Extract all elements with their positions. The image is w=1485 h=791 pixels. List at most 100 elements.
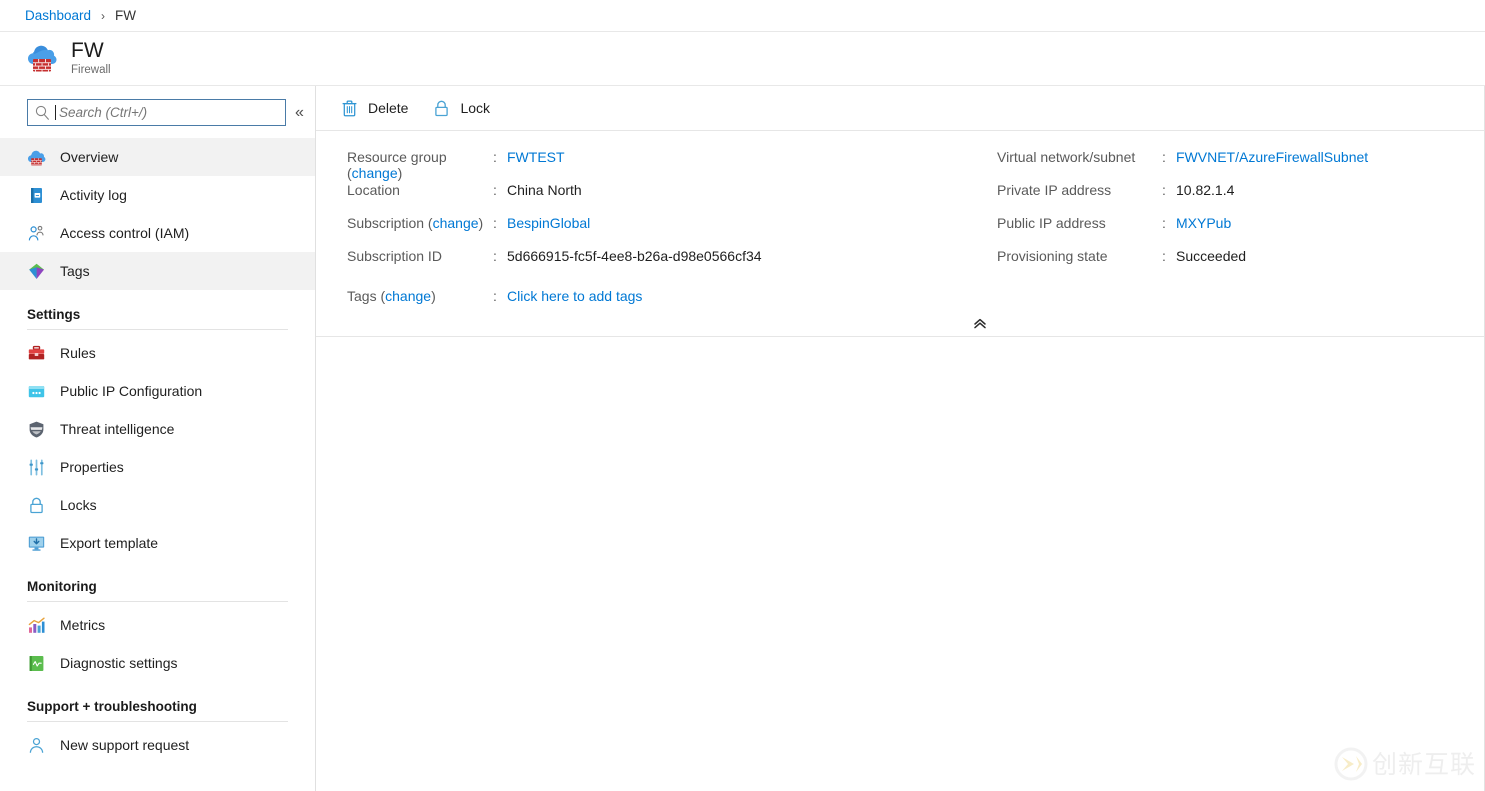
sidebar-item-public-ip-configuration[interactable]: Public IP Configuration [0, 372, 315, 410]
site-watermark: 创新互联 [1332, 745, 1476, 783]
breadcrumb-separator: › [101, 9, 105, 23]
essentials-row: Subscription (change):BespinGlobal [347, 215, 983, 248]
metrics-chart-icon [27, 616, 46, 635]
breadcrumb: Dashboard › FW [0, 0, 1485, 32]
essentials-value[interactable]: Click here to add tags [507, 288, 642, 304]
sidebar-item-threat-intelligence[interactable]: Threat intelligence [0, 410, 315, 448]
essentials-value[interactable]: BespinGlobal [507, 215, 590, 231]
essentials-label: Provisioning state [997, 248, 1162, 264]
firewall-cloud-icon [25, 42, 59, 76]
essentials-row: Location:China North [347, 182, 983, 215]
sidebar-item-label: New support request [60, 737, 189, 753]
page-title: FW [71, 40, 111, 61]
text-caret [55, 105, 56, 120]
sidebar-item-label: Metrics [60, 617, 105, 633]
change-link[interactable]: change [385, 288, 431, 304]
sidebar-item-rules[interactable]: Rules [0, 334, 315, 372]
essentials-row: Tags (change):Click here to add tags [347, 288, 983, 321]
public-ip-icon [27, 382, 46, 401]
change-link[interactable]: change [352, 165, 398, 181]
sidebar-item-access-control-iam[interactable]: Access control (IAM) [0, 214, 315, 252]
essentials-panel: Resource group (change):FWTESTLocation:C… [316, 131, 1484, 337]
essentials-label: Private IP address [997, 182, 1162, 198]
sidebar-item-label: Overview [60, 149, 118, 165]
essentials-colon: : [493, 248, 507, 264]
tags-icon [27, 262, 46, 281]
essentials-label-text: Virtual network/subnet [997, 149, 1135, 165]
search-icon [34, 104, 51, 121]
essentials-row: Resource group (change):FWTEST [347, 149, 983, 182]
sidebar-item-new-support-request[interactable]: New support request [0, 726, 315, 764]
essentials-colon: : [1162, 149, 1176, 165]
delete-button[interactable]: Delete [334, 93, 420, 123]
command-toolbar: Delete Lock [316, 86, 1484, 131]
diagnostic-settings-icon [27, 654, 46, 673]
sidebar-section-monitoring: Monitoring [0, 562, 315, 602]
lock-icon [432, 99, 451, 118]
collapse-sidebar-button[interactable]: « [295, 105, 304, 121]
sidebar-item-label: Properties [60, 459, 124, 475]
sidebar-section-label: Support + troubleshooting [27, 699, 315, 714]
essentials-label-text: Public IP address [997, 215, 1106, 231]
essentials-value[interactable]: MXYPub [1176, 215, 1231, 231]
essentials-row: Subscription ID:5d666915-fc5f-4ee8-b26a-… [347, 248, 983, 281]
sidebar-item-label: Threat intelligence [60, 421, 174, 437]
search-input[interactable] [59, 105, 279, 120]
sidebar-section-label: Settings [27, 307, 315, 322]
sidebar-item-overview[interactable]: Overview [0, 138, 315, 176]
sidebar-section-items: New support request [0, 726, 315, 764]
sidebar-sections: Settings Rules Public IP Configuration Thre… [0, 290, 315, 764]
essentials-colon: : [493, 149, 507, 165]
lock-button[interactable]: Lock [426, 93, 502, 123]
sidebar-item-export-template[interactable]: Export template [0, 524, 315, 562]
sidebar-item-label: Activity log [60, 187, 127, 203]
essentials-label: Subscription ID [347, 248, 493, 264]
lock-icon [27, 496, 46, 515]
sidebar-section-items: Metrics Diagnostic settings [0, 606, 315, 682]
sidebar-section-label: Monitoring [27, 579, 315, 594]
page-subtitle: Firewall [71, 65, 111, 77]
sidebar-item-properties[interactable]: Properties [0, 448, 315, 486]
essentials-colon: : [493, 288, 507, 304]
collapse-essentials-button[interactable] [967, 313, 993, 333]
essentials-value[interactable]: FWTEST [507, 149, 565, 165]
essentials-colon: : [1162, 215, 1176, 231]
sidebar-item-diagnostic-settings[interactable]: Diagnostic settings [0, 644, 315, 682]
sidebar-item-activity-log[interactable]: Activity log [0, 176, 315, 214]
toolbar-button-label: Delete [368, 100, 408, 116]
trash-icon [340, 99, 359, 118]
essentials-right-column: Virtual network/subnet:FWVNET/AzureFirew… [983, 149, 1463, 321]
essentials-label-text: Location [347, 182, 400, 198]
essentials-row: Provisioning state:Succeeded [997, 248, 1463, 281]
essentials-label: Tags (change) [347, 288, 493, 304]
sidebar-item-metrics[interactable]: Metrics [0, 606, 315, 644]
essentials-row: Public IP address:MXYPub [997, 215, 1463, 248]
breadcrumb-current: FW [115, 8, 136, 23]
sidebar-section-divider [27, 329, 288, 330]
sidebar-section-items: Rules Public IP Configuration Threat intel… [0, 334, 315, 562]
shield-icon [27, 420, 46, 439]
sidebar-item-label: Export template [60, 535, 158, 551]
change-link[interactable]: change [433, 215, 479, 231]
sidebar-item-tags[interactable]: Tags [0, 252, 315, 290]
essentials-value: 10.82.1.4 [1176, 182, 1234, 198]
sidebar-section-divider [27, 601, 288, 602]
essentials-value[interactable]: FWVNET/AzureFirewallSubnet [1176, 149, 1368, 165]
essentials-left-column: Resource group (change):FWTESTLocation:C… [316, 149, 983, 321]
essentials-label-text: Tags [347, 288, 377, 304]
essentials-row: Private IP address:10.82.1.4 [997, 182, 1463, 215]
breadcrumb-dashboard-link[interactable]: Dashboard [25, 8, 91, 23]
essentials-label: Location [347, 182, 493, 198]
export-template-icon [27, 534, 46, 553]
essentials-label-text: Resource group [347, 149, 447, 165]
essentials-value: Succeeded [1176, 248, 1246, 264]
sidebar-item-label: Rules [60, 345, 96, 361]
essentials-label: Subscription (change) [347, 215, 493, 231]
essentials-colon: : [1162, 182, 1176, 198]
sidebar-item-label: Locks [60, 497, 97, 513]
sidebar-item-locks[interactable]: Locks [0, 486, 315, 524]
sidebar-section-support-troubleshooting: Support + troubleshooting [0, 682, 315, 722]
essentials-label-text: Subscription [347, 215, 424, 231]
search-input-wrapper[interactable] [27, 99, 286, 126]
access-control-icon [27, 224, 46, 243]
